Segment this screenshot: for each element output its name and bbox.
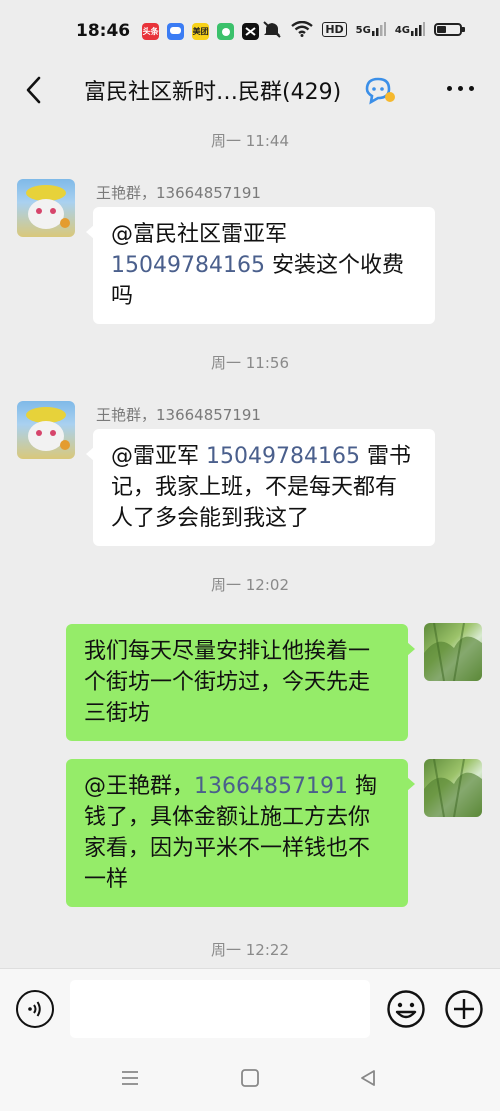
timestamp: 周一 12:02: [211, 576, 289, 594]
sender-name: 王艳群，13664857191: [96, 184, 261, 202]
phone-link[interactable]: 15049784165: [111, 253, 265, 278]
my-avatar[interactable]: [424, 759, 482, 817]
battery-icon: [434, 22, 465, 36]
message-bubble[interactable]: 我们每天尽量安排让他挨着一个街坊一个街坊过，今天先走三街坊: [66, 624, 415, 741]
more-dot: [447, 86, 452, 91]
message-bubble[interactable]: @王艳群，13664857191 掏钱了，具体金额让施工方去你家看，因为平米不一…: [66, 759, 415, 907]
voice-button[interactable]: [16, 990, 54, 1028]
avatar-image: [424, 623, 482, 681]
timestamp: 周一 12:22: [211, 941, 289, 959]
phone-link[interactable]: 13664857191: [194, 774, 348, 799]
back-button[interactable]: [18, 72, 48, 108]
mute-icon: [263, 21, 281, 38]
timestamp: 周一 11:44: [211, 132, 289, 150]
message-icon: [167, 22, 185, 40]
status-time: 18:46: [76, 21, 131, 41]
avatar-image: [26, 407, 70, 451]
network-4g: 4G: [395, 22, 425, 36]
message-bubble[interactable]: @雷亚军 15049784165 雷书记，我家上班，不是每天都有人了多会能到我这…: [86, 429, 435, 546]
timestamp: 周一 11:56: [211, 354, 289, 372]
input-bar: [0, 968, 500, 1049]
status-app-icons: 头条 美团: [142, 22, 279, 40]
emoji-icon[interactable]: [386, 989, 426, 1029]
message-input[interactable]: [70, 980, 370, 1038]
chevron-left-icon: [26, 76, 41, 104]
network-5g: 5G: [356, 22, 386, 36]
message-text: @雷亚军: [111, 444, 206, 469]
chat-title[interactable]: 富民社区新时…民群(429): [84, 74, 341, 106]
status-bar: 18:46 头条 美团 HD 5G 4G: [0, 0, 500, 62]
toutiao-icon: 头条: [142, 22, 160, 40]
message-text: @富民社区雷亚军: [111, 222, 288, 247]
home-icon[interactable]: [240, 1068, 260, 1088]
wifi-icon: [291, 21, 314, 37]
avatar-image: [424, 759, 482, 817]
hd-badge: HD: [322, 21, 347, 37]
message-bubble[interactable]: @富民社区雷亚军 15049784165 安装这个收费吗: [86, 207, 435, 324]
sender-name: 王艳群，13664857191: [96, 406, 261, 424]
back-triangle-icon[interactable]: [358, 1068, 378, 1088]
message-text: 我们每天尽量安排让他挨着一个街坊一个街坊过，今天先走三街坊: [84, 639, 371, 726]
avatar[interactable]: [17, 401, 75, 459]
group-chat-icon[interactable]: [363, 75, 397, 105]
plus-icon[interactable]: [444, 989, 484, 1029]
chat-header: 富民社区新时…民群(429): [0, 62, 500, 118]
more-button[interactable]: [447, 86, 474, 91]
system-nav-bar: [0, 1048, 500, 1111]
menu-icon[interactable]: [120, 1068, 140, 1088]
more-dot: [469, 86, 474, 91]
chat-area[interactable]: 周一 11:44 王艳群，13664857191 @富民社区雷亚军 150497…: [0, 118, 500, 968]
system-indicators: HD 5G 4G: [262, 20, 465, 38]
voice-icon: [28, 1001, 41, 1017]
capcut-icon: [242, 22, 260, 40]
message-text: @王艳群，: [84, 774, 195, 799]
avatar-image: [26, 185, 70, 229]
more-dot: [458, 86, 463, 91]
meituan-icon: 美团: [192, 22, 210, 40]
my-avatar[interactable]: [424, 623, 482, 681]
avatar[interactable]: [17, 179, 75, 237]
phone-link[interactable]: 15049784165: [206, 444, 360, 469]
android-icon: [217, 22, 235, 40]
